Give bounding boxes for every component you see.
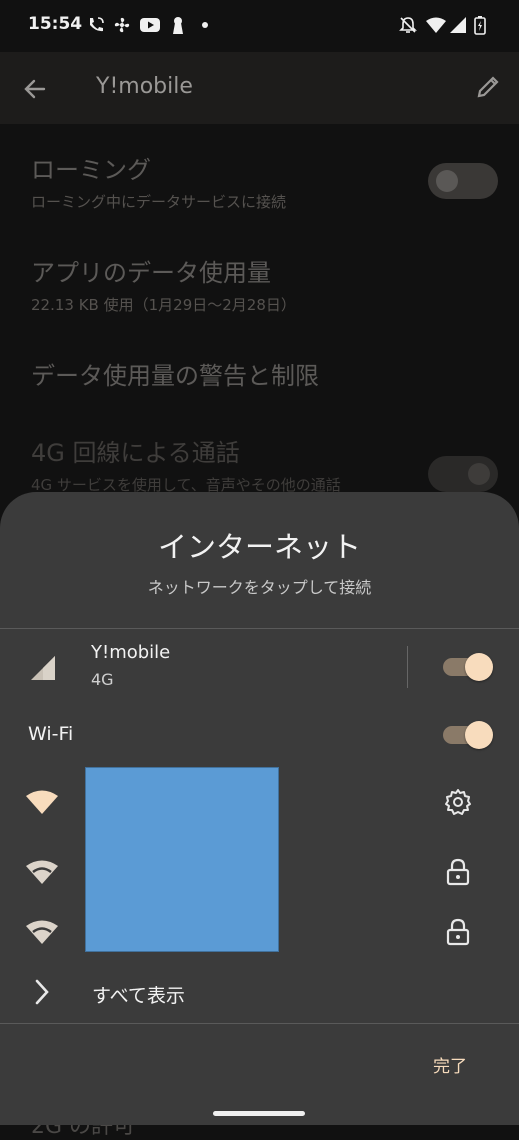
cell-signal-icon xyxy=(25,650,61,686)
page-title: Y!mobile xyxy=(96,74,193,99)
setting-subtitle: 22.13 KB 使用（1月29日〜2月28日） xyxy=(31,296,296,314)
setting-roaming[interactable]: ローミング ローミング中にデータサービスに接続 xyxy=(31,150,286,212)
wifi-icon xyxy=(24,854,60,890)
toggle-knob xyxy=(465,721,493,749)
toggle-knob xyxy=(468,463,490,485)
setting-title: ローミング xyxy=(31,156,151,184)
internet-bottom-sheet: インターネット ネットワークをタップして接続 Y!mobile 4G Wi-Fi… xyxy=(0,492,519,1125)
setting-data-warning-limit[interactable]: データ使用量の警告と制限 xyxy=(31,356,319,391)
toggle-knob xyxy=(436,170,458,192)
setting-title: データ使用量の警告と制限 xyxy=(31,362,319,390)
setting-4g-calling[interactable]: 4G 回線による通話 4G サービスを使用して、音声やその他の通話 xyxy=(31,433,341,495)
redacted-network-names xyxy=(85,767,279,952)
app-bar: Y!mobile xyxy=(0,52,519,124)
wifi-toggle[interactable] xyxy=(443,721,493,749)
home-indicator[interactable] xyxy=(213,1111,305,1116)
toggle-knob xyxy=(465,653,493,681)
carrier-name[interactable]: Y!mobile xyxy=(91,642,170,663)
chevron-right-icon[interactable] xyxy=(24,974,60,1010)
fan-icon xyxy=(112,14,132,36)
notifications-off-icon xyxy=(398,14,418,36)
setting-title: 4G 回線による通話 xyxy=(31,439,240,467)
sheet-subtitle: ネットワークをタップして接続 xyxy=(147,578,372,597)
wifi-icon xyxy=(24,914,60,950)
divider xyxy=(0,1023,519,1024)
carrier-network-type: 4G xyxy=(91,670,114,689)
wifi-calling-icon xyxy=(86,14,106,36)
sheet-title: インターネット xyxy=(157,530,361,564)
dot-icon xyxy=(195,14,215,36)
keyhole-icon xyxy=(168,14,188,36)
gear-icon[interactable] xyxy=(440,784,476,820)
battery-charging-icon xyxy=(470,14,490,36)
done-button[interactable]: 完了 xyxy=(433,1052,467,1077)
wifi-label: Wi-Fi xyxy=(28,723,74,745)
wifi-icon xyxy=(426,14,446,36)
youtube-icon xyxy=(140,14,160,36)
wifi-connected-icon xyxy=(24,784,60,820)
divider xyxy=(0,628,519,629)
divider xyxy=(407,646,408,688)
mobile-data-toggle[interactable] xyxy=(443,653,493,681)
status-bar: 15:54 xyxy=(0,0,519,52)
4g-calling-toggle[interactable] xyxy=(428,456,498,492)
lock-icon[interactable] xyxy=(440,914,476,950)
see-all-button[interactable]: すべて表示 xyxy=(92,981,185,1008)
setting-app-data-usage[interactable]: アプリのデータ使用量 22.13 KB 使用（1月29日〜2月28日） xyxy=(31,253,296,315)
pencil-icon[interactable] xyxy=(475,74,501,100)
roaming-toggle[interactable] xyxy=(428,163,498,199)
back-arrow-icon[interactable] xyxy=(22,76,48,102)
setting-title: アプリのデータ使用量 xyxy=(31,259,271,287)
status-time: 15:54 xyxy=(28,14,83,34)
cell-signal-icon xyxy=(448,14,468,36)
lock-icon[interactable] xyxy=(440,854,476,890)
setting-subtitle: ローミング中にデータサービスに接続 xyxy=(31,193,287,211)
